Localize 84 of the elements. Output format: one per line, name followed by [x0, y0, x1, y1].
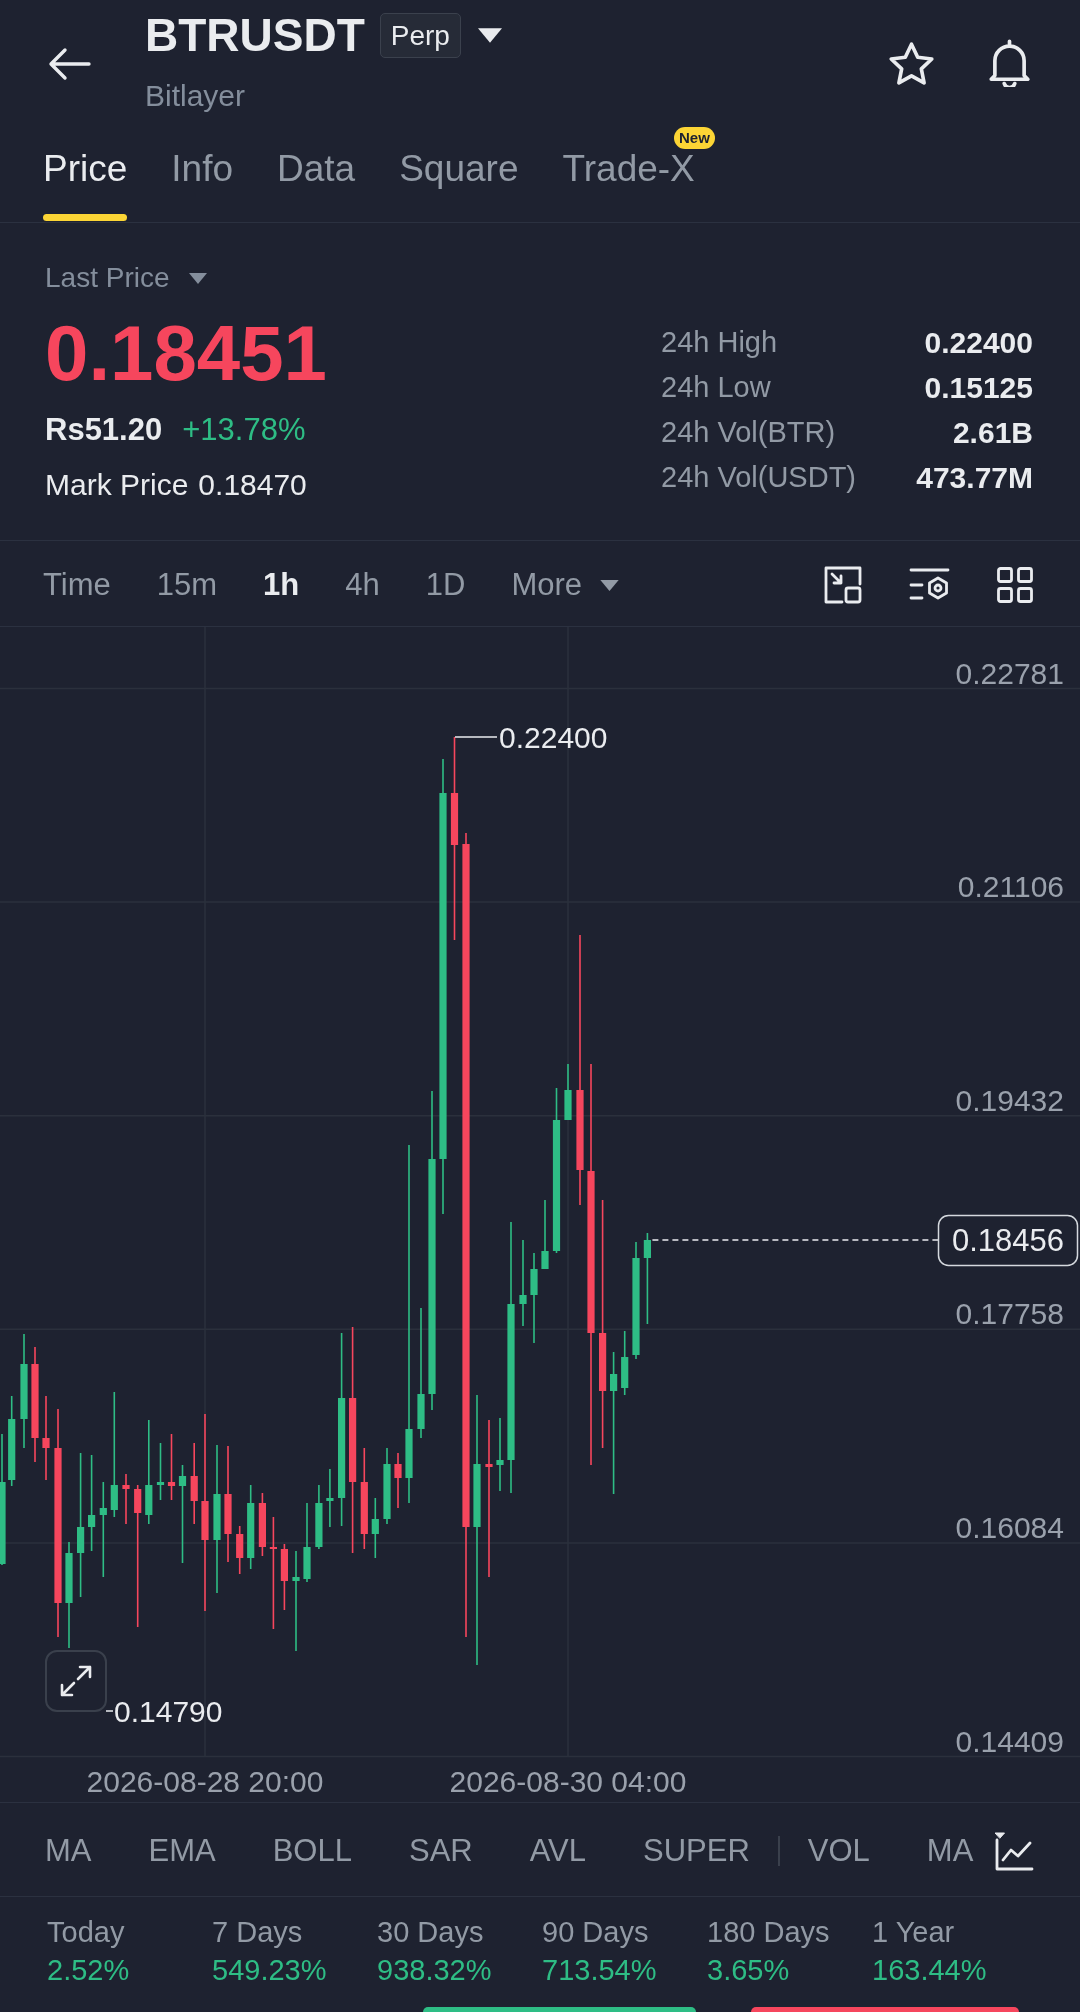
period-label: Today — [47, 1915, 125, 1949]
candle — [167, 1433, 176, 1501]
indicator-tab[interactable]: BOLL — [272, 1833, 352, 1869]
contract-badge: Perp — [379, 12, 461, 58]
caret-icon[interactable] — [477, 27, 502, 43]
stat-value: 0.15125 — [923, 370, 1033, 406]
expand-button[interactable] — [45, 1650, 107, 1712]
stat-label: 24h High — [661, 325, 779, 360]
window-arrow-icon[interactable] — [824, 566, 862, 604]
stat-value: 473.77M — [916, 460, 1033, 496]
candle — [122, 1473, 130, 1525]
leader-line — [454, 736, 498, 738]
candle — [326, 1468, 334, 1528]
indicator-tab[interactable]: EMA — [148, 1833, 216, 1869]
mark-price-label: Mark Price — [45, 468, 189, 502]
period-label: 7 Days — [212, 1915, 303, 1949]
candle — [394, 1452, 402, 1509]
stat-value: 2.61B — [951, 415, 1033, 451]
stat-label: 24h Vol(BTR) — [661, 415, 837, 450]
stat-value: 0.22400 — [923, 325, 1033, 361]
high-price-label: 0.22400 — [499, 721, 608, 754]
period-change: 713.54% — [542, 1953, 657, 1987]
time-axis-label: 2026-08-28 20:00 — [86, 1765, 324, 1798]
more-dropdown[interactable]: More — [511, 567, 619, 603]
period-change: 938.32% — [377, 1953, 492, 1987]
period-change: 3.65% — [707, 1953, 790, 1987]
price-axis-label: 0.16084 — [955, 1510, 1064, 1544]
new-badge: New — [673, 127, 715, 149]
indicator-tab[interactable]: VOL — [807, 1833, 870, 1869]
price-type-dropdown[interactable]: Last Price — [45, 261, 207, 295]
indicator-tab[interactable]: SUPER — [643, 1833, 750, 1869]
period-label: 30 Days — [377, 1915, 484, 1949]
star-icon[interactable] — [888, 41, 935, 87]
bell-icon[interactable] — [986, 39, 1033, 87]
indicator-tab[interactable]: MA — [926, 1833, 974, 1869]
subtitle: Bitlayer — [145, 79, 246, 113]
interval-tab[interactable]: Time — [43, 567, 111, 603]
stat-label: 24h Low — [661, 370, 772, 405]
interval-tab[interactable]: 4h — [345, 567, 380, 603]
indicator-tab[interactable]: AVL — [529, 1833, 586, 1869]
low-price-label: 0.14790 — [114, 1695, 223, 1728]
candle — [258, 1492, 266, 1557]
price-axis-label: 0.21106 — [957, 870, 1064, 904]
candle — [371, 1497, 379, 1559]
candle — [564, 1063, 572, 1121]
price-axis-label: 0.17758 — [955, 1297, 1064, 1331]
interval-tab[interactable]: 1h — [263, 567, 300, 603]
price-change: +13.78% — [182, 412, 306, 448]
time-axis-label: 2026-08-30 04:00 — [449, 1765, 687, 1798]
candle — [156, 1442, 165, 1501]
price-axis-label: 0.22781 — [955, 656, 1064, 690]
tab[interactable]: Price — [43, 120, 128, 222]
expand-icon — [60, 1665, 92, 1697]
grid-icon[interactable] — [997, 567, 1033, 603]
price-axis-label: 0.19432 — [955, 1083, 1064, 1117]
stat-label: 24h Vol(USDT) — [661, 460, 856, 495]
leader-line — [105, 1710, 114, 1712]
interval-tab[interactable]: 1D — [425, 567, 466, 603]
price-axis-label: 0.14409 — [955, 1724, 1064, 1758]
line-chart-icon[interactable] — [994, 1831, 1034, 1871]
mark-price-value: 0.18470 — [198, 468, 307, 502]
period-label: 180 Days — [707, 1915, 830, 1949]
indicator-tab[interactable]: MA — [45, 1833, 92, 1869]
candle — [280, 1543, 288, 1611]
candle — [541, 1199, 549, 1270]
indicator-tab[interactable]: SAR — [408, 1833, 473, 1869]
back-icon[interactable] — [48, 47, 91, 81]
caret-icon[interactable] — [600, 579, 619, 591]
period-label: 1 Year — [872, 1915, 955, 1949]
period-change: 2.52% — [47, 1953, 130, 1987]
tab[interactable]: Data — [277, 120, 356, 222]
current-price-tag: 0.18456 — [937, 1214, 1079, 1267]
tab[interactable]: Square — [399, 120, 519, 222]
last-price: 0.18451 — [45, 313, 327, 393]
candle — [621, 1330, 629, 1396]
candle — [236, 1525, 244, 1575]
candle — [315, 1484, 323, 1550]
tab[interactable]: Info — [171, 120, 234, 222]
period-change: 163.44% — [872, 1953, 987, 1987]
period-change: 549.23% — [212, 1953, 327, 1987]
interval-tab[interactable]: 15m — [156, 567, 218, 603]
symbol-name: BTRUSDT — [145, 12, 365, 58]
local-price: Rs51.20 — [45, 412, 163, 448]
period-label: 90 Days — [542, 1915, 649, 1949]
